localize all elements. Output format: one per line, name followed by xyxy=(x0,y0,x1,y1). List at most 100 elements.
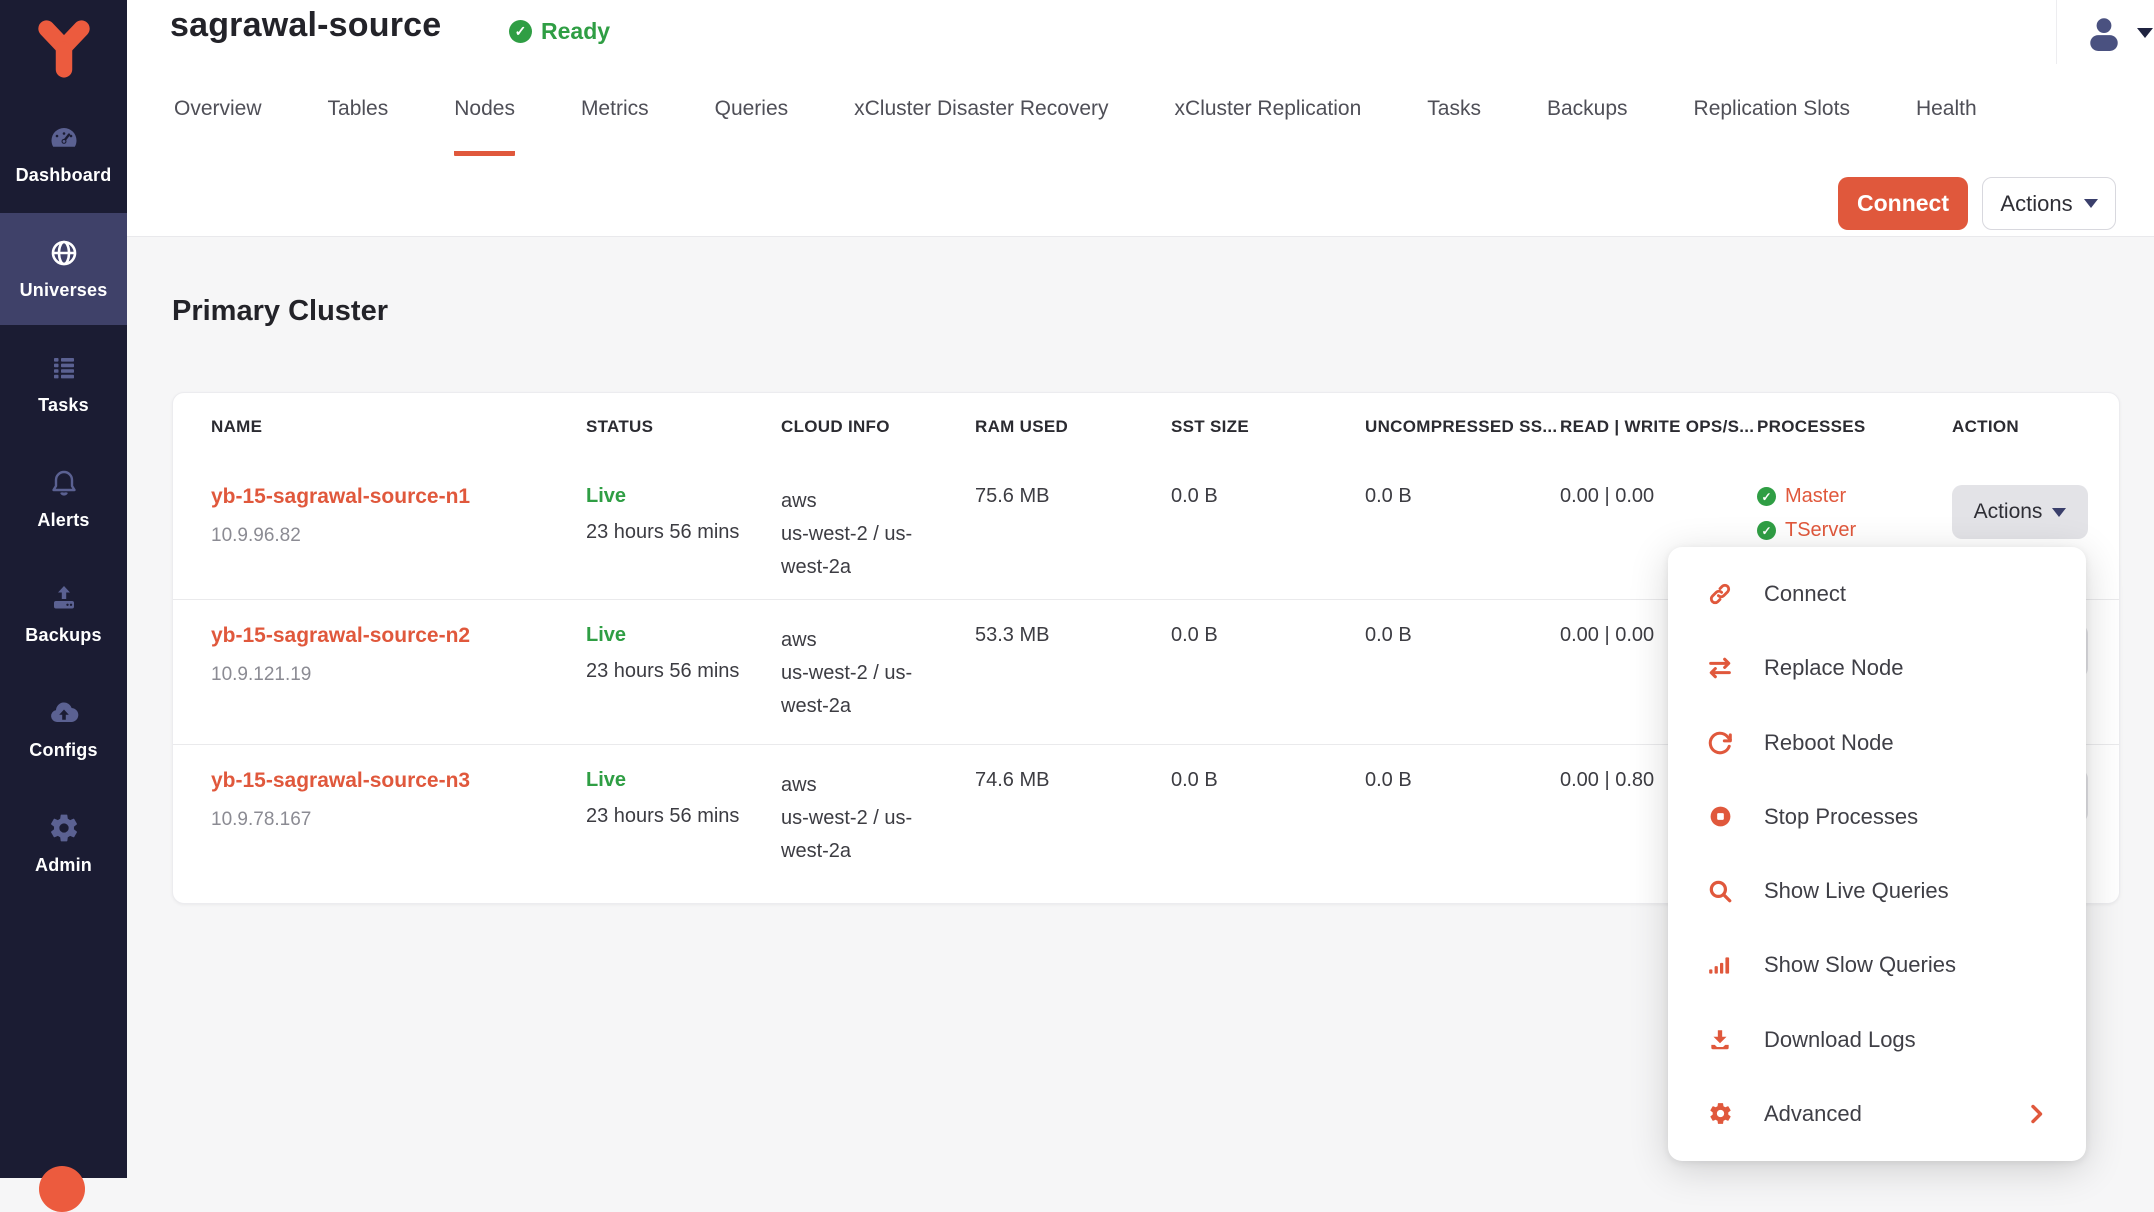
chevron-down-icon xyxy=(2137,28,2153,38)
universe-actions-button[interactable]: Actions xyxy=(1982,177,2116,230)
stop-circle-icon xyxy=(1706,803,1734,831)
status-badge-label: Ready xyxy=(541,18,610,45)
tab-health[interactable]: Health xyxy=(1916,97,1977,156)
search-icon xyxy=(1706,877,1734,905)
sidebar-nav: Dashboard Universes Tasks Alerts xyxy=(0,98,127,903)
menu-item-connect[interactable]: Connect xyxy=(1668,557,2086,631)
sidebar-item-configs[interactable]: Configs xyxy=(0,673,127,785)
cloud-region: us-west-2 / us-west-2a xyxy=(781,657,951,723)
tab-queries[interactable]: Queries xyxy=(715,97,789,156)
chevron-down-icon xyxy=(2084,199,2098,208)
sidebar-item-universes[interactable]: Universes xyxy=(0,213,127,325)
sidebar-item-tasks[interactable]: Tasks xyxy=(0,328,127,440)
sst-size-cell: 0.0 B xyxy=(1171,600,1365,744)
sidebar-item-label: Alerts xyxy=(37,510,89,531)
universe-actions-label: Actions xyxy=(2000,191,2072,217)
configs-cloud-icon xyxy=(48,697,80,729)
dashboard-gauge-icon xyxy=(48,122,80,154)
tab-replication-slots[interactable]: Replication Slots xyxy=(1694,97,1850,156)
node-name-link[interactable]: yb-15-sagrawal-source-n1 xyxy=(211,485,586,509)
link-icon xyxy=(1706,580,1734,608)
connect-button[interactable]: Connect xyxy=(1838,177,1968,230)
tab-nodes[interactable]: Nodes xyxy=(454,97,515,156)
sidebar-item-label: Backups xyxy=(25,625,101,646)
node-actions-label: Actions xyxy=(1974,500,2043,524)
topbar-divider xyxy=(2056,0,2057,64)
node-ip: 10.9.121.19 xyxy=(211,664,586,686)
menu-item-stop-processes[interactable]: Stop Processes xyxy=(1668,780,2086,854)
sidebar: Dashboard Universes Tasks Alerts xyxy=(0,0,127,1178)
menu-item-replace-node[interactable]: Replace Node xyxy=(1668,631,2086,705)
column-header-sst-size: SST SIZE xyxy=(1171,417,1365,437)
tab-tables[interactable]: Tables xyxy=(328,97,389,156)
node-status-cell: Live 23 hours 56 mins xyxy=(586,461,781,599)
ready-check-icon xyxy=(509,20,532,43)
node-uptime: 23 hours 56 mins xyxy=(586,660,781,683)
sidebar-item-label: Dashboard xyxy=(16,165,112,186)
tab-backups[interactable]: Backups xyxy=(1547,97,1628,156)
yugabyte-logo[interactable] xyxy=(0,0,127,98)
node-uptime: 23 hours 56 mins xyxy=(586,805,781,828)
yugabyte-logo-icon xyxy=(33,17,95,81)
process-tserver[interactable]: TServer xyxy=(1785,519,1856,542)
sidebar-item-alerts[interactable]: Alerts xyxy=(0,443,127,555)
ram-used-cell: 75.6 MB xyxy=(975,461,1171,599)
uncompressed-sst-cell: 0.0 B xyxy=(1365,745,1560,902)
node-cloud-cell: aws us-west-2 / us-west-2a xyxy=(781,745,975,902)
menu-item-download-logs[interactable]: Download Logs xyxy=(1668,1003,2086,1077)
tab-metrics[interactable]: Metrics xyxy=(581,97,649,156)
table-header-row: NAME STATUS CLOUD INFO RAM USED SST SIZE… xyxy=(173,393,2119,461)
user-menu[interactable] xyxy=(2085,14,2153,52)
alerts-bell-icon xyxy=(48,467,80,499)
process-master[interactable]: Master xyxy=(1785,485,1846,508)
menu-item-show-live-queries[interactable]: Show Live Queries xyxy=(1668,854,2086,928)
menu-item-label: Stop Processes xyxy=(1764,804,1918,830)
menu-item-show-slow-queries[interactable]: Show Slow Queries xyxy=(1668,928,2086,1002)
tab-xcluster-replication[interactable]: xCluster Replication xyxy=(1175,97,1362,156)
node-name-link[interactable]: yb-15-sagrawal-source-n2 xyxy=(211,624,586,648)
node-status: Live xyxy=(586,624,781,647)
node-name-link[interactable]: yb-15-sagrawal-source-n3 xyxy=(211,769,586,793)
tab-tasks[interactable]: Tasks xyxy=(1427,97,1481,156)
menu-item-label: Show Live Queries xyxy=(1764,878,1949,904)
column-header-cloud-info: CLOUD INFO xyxy=(781,417,975,437)
help-button[interactable] xyxy=(39,1166,85,1212)
node-status-cell: Live 23 hours 56 mins xyxy=(586,745,781,902)
tab-xcluster-disaster-recovery[interactable]: xCluster Disaster Recovery xyxy=(854,97,1108,156)
status-badge: Ready xyxy=(509,18,610,45)
section-title: Primary Cluster xyxy=(172,295,388,328)
menu-item-reboot-node[interactable]: Reboot Node xyxy=(1668,706,2086,780)
cloud-provider: aws xyxy=(781,624,975,657)
node-uptime: 23 hours 56 mins xyxy=(586,521,781,544)
column-header-uncompressed-sst: UNCOMPRESSED SS... xyxy=(1365,417,1560,437)
backups-upload-icon xyxy=(48,582,80,614)
page-title: sagrawal-source xyxy=(170,6,441,45)
node-status: Live xyxy=(586,769,781,792)
node-status-cell: Live 23 hours 56 mins xyxy=(586,600,781,744)
process-ok-icon xyxy=(1757,487,1776,506)
tabs: Overview Tables Nodes Metrics Queries xC… xyxy=(174,97,1977,156)
menu-item-label: Advanced xyxy=(1764,1101,1862,1127)
sidebar-item-dashboard[interactable]: Dashboard xyxy=(0,98,127,210)
topbar: sagrawal-source Ready Overview Tables No… xyxy=(127,0,2154,237)
column-header-processes: PROCESSES xyxy=(1757,417,1952,437)
toolbar: Connect Actions xyxy=(1838,177,2116,230)
app-root: Dashboard Universes Tasks Alerts xyxy=(0,0,2154,1178)
sidebar-item-label: Configs xyxy=(29,740,97,761)
cloud-region: us-west-2 / us-west-2a xyxy=(781,802,951,868)
node-name-cell: yb-15-sagrawal-source-n2 10.9.121.19 xyxy=(211,600,586,744)
column-header-status: STATUS xyxy=(586,417,781,437)
sst-size-cell: 0.0 B xyxy=(1171,745,1365,902)
node-ip: 10.9.96.82 xyxy=(211,525,586,547)
node-name-cell: yb-15-sagrawal-source-n3 10.9.78.167 xyxy=(211,745,586,902)
column-header-action: ACTION xyxy=(1952,417,2083,437)
node-actions-button[interactable]: Actions xyxy=(1952,485,2088,539)
sidebar-item-backups[interactable]: Backups xyxy=(0,558,127,670)
tab-overview[interactable]: Overview xyxy=(174,97,262,156)
gear-icon xyxy=(1706,1100,1734,1128)
menu-item-advanced[interactable]: Advanced xyxy=(1668,1077,2086,1151)
process-ok-icon xyxy=(1757,521,1776,540)
cloud-provider: aws xyxy=(781,769,975,802)
sidebar-item-admin[interactable]: Admin xyxy=(0,788,127,900)
sidebar-item-label: Admin xyxy=(35,855,92,876)
